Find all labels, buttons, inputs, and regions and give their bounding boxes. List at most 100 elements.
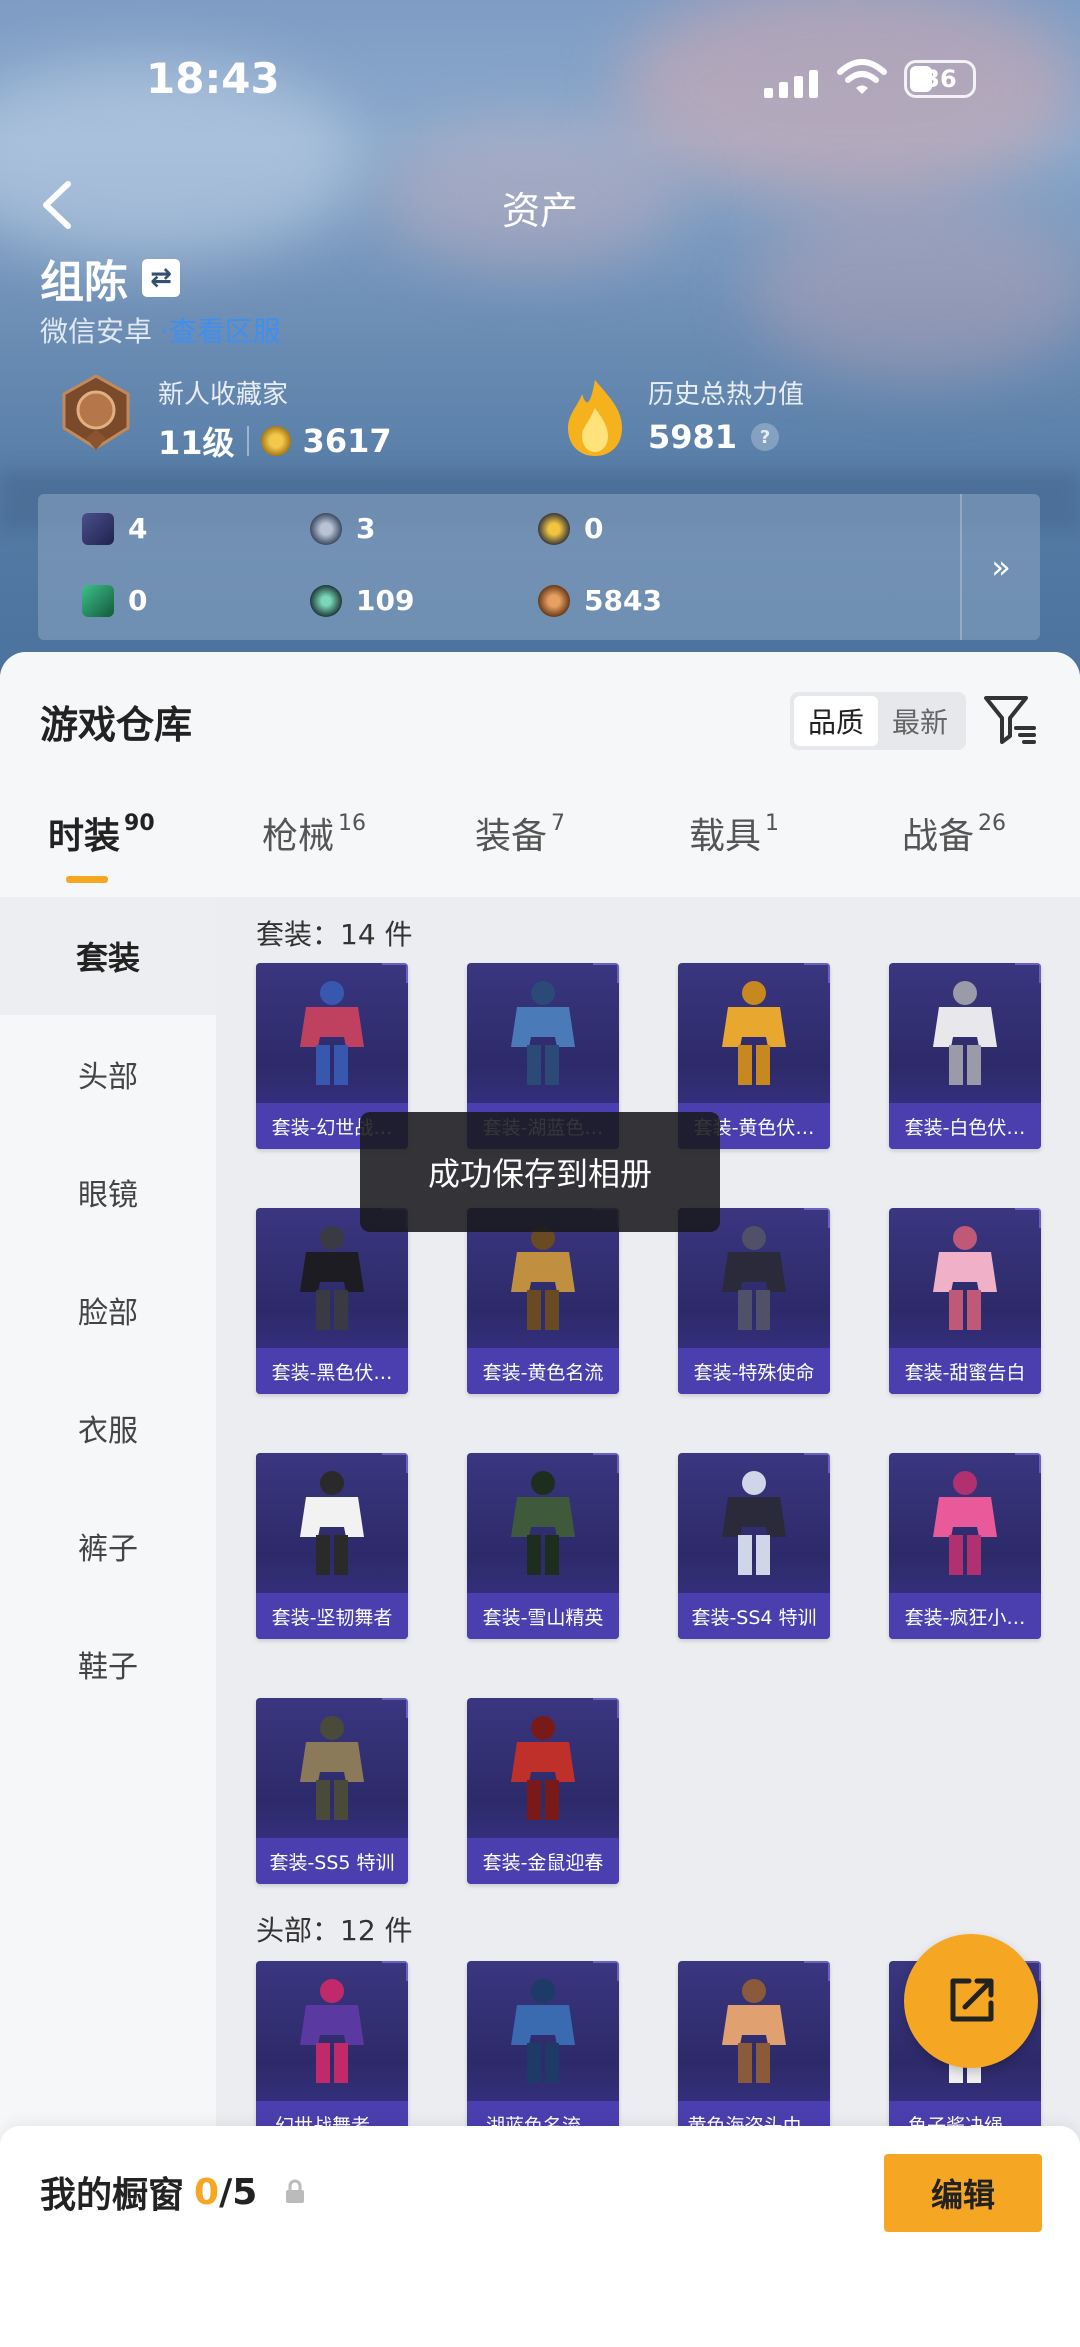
item-label: 套装-白色伏… [889, 1103, 1041, 1149]
edit-button[interactable]: 编辑 [884, 2154, 1042, 2232]
sidebar-item-pants[interactable]: 裤子 [0, 1487, 216, 1605]
item-label: 套装-黑色伏… [256, 1348, 408, 1394]
item-card[interactable]: 套装-坚韧舞者 [256, 1453, 408, 1639]
divider [246, 426, 249, 456]
showcase-total: /5 [219, 2171, 258, 2213]
stat-value: 3 [356, 512, 376, 545]
sidebar-item-face[interactable]: 脸部 [0, 1251, 216, 1369]
item-image [933, 1226, 997, 1330]
item-label: 套装-特殊使命 [678, 1348, 830, 1394]
item-image [300, 1979, 364, 2083]
item-label: 套装-SS4 特训 [678, 1593, 830, 1639]
points-value: 3617 [302, 422, 392, 460]
item-image [300, 981, 364, 1085]
stat-value: 109 [356, 584, 415, 617]
sort-toggle: 品质 最新 [790, 692, 967, 750]
stat-value: 0 [584, 512, 604, 545]
warehouse-title: 游戏仓库 [40, 703, 193, 747]
save-success-toast: 成功保存到相册 [360, 1112, 720, 1232]
status-bar: 18:43 36 [0, 40, 1080, 120]
level-row: 11级 3617 [158, 418, 392, 464]
switch-account-icon[interactable]: ⇄ [142, 259, 180, 297]
share-icon [950, 1978, 994, 2022]
item-card[interactable]: 套装-黄色名流 [467, 1208, 619, 1394]
tab-vehicles[interactable]: 载具 1 [689, 807, 779, 859]
warehouse-header: 游戏仓库 品质 最新 时装 90 枪械 16 装备 7 载具 1 战备 26 [0, 652, 1080, 897]
heat-value: 5981 [648, 418, 738, 456]
stat-item: 3 [310, 512, 375, 545]
help-icon[interactable]: ? [751, 423, 780, 451]
item-label: 套装-坚韧舞者 [256, 1593, 408, 1639]
section-label-suits: 套装：14 件 [256, 918, 413, 951]
tab-count: 16 [338, 811, 367, 836]
platform-label: 微信安卓 [40, 315, 153, 348]
item-label: 套装-金鼠迎春 [467, 1838, 619, 1884]
item-label: 套装-黄色名流 [467, 1348, 619, 1394]
stats-more-icon[interactable]: » [960, 494, 1040, 640]
item-card[interactable]: 套装-雪山精英 [467, 1453, 619, 1639]
item-image [511, 1979, 575, 2083]
item-card[interactable]: 套装-金鼠迎春 [467, 1698, 619, 1884]
stat-item: 5843 [538, 584, 662, 617]
tab-count: 7 [551, 811, 566, 836]
sidebar-item-head[interactable]: 头部 [0, 1015, 216, 1133]
item-card[interactable]: 套装-特殊使命 [678, 1208, 830, 1394]
subcategory-sidebar: 套装 头部 眼镜 脸部 衣服 裤子 鞋子 [0, 897, 216, 2197]
stat-value: 4 [128, 512, 148, 545]
tab-equipment[interactable]: 装备 7 [475, 807, 565, 859]
sidebar-item-shoes[interactable]: 鞋子 [0, 1605, 216, 1723]
battery-icon: 36 [904, 60, 976, 98]
sidebar-item-suits[interactable]: 套装 [0, 897, 216, 1015]
tab-count: 90 [124, 811, 155, 836]
sort-latest-button[interactable]: 最新 [878, 696, 962, 746]
item-image [722, 981, 786, 1085]
filter-icon[interactable] [982, 692, 1038, 748]
tab-label: 载具 [689, 816, 762, 857]
stat-item: 0 [538, 512, 603, 545]
points-coin-icon [260, 426, 291, 456]
stat-value: 5843 [584, 584, 662, 617]
category-tabs: 时装 90 枪械 16 装备 7 载具 1 战备 26 [0, 807, 1080, 897]
showcase-current: 0 [194, 2171, 220, 2213]
stat-item: 109 [310, 584, 414, 617]
item-card[interactable]: 套装-黑色伏… [256, 1208, 408, 1394]
rank-title: 新人收藏家 [158, 380, 289, 410]
stat-item: 4 [82, 512, 147, 545]
item-image [511, 1471, 575, 1575]
nav-bar: 资产 [0, 170, 1080, 240]
player-name: 组陈 [40, 257, 128, 308]
showcase-label: 我的橱窗 [40, 2175, 185, 2216]
active-tab-indicator [66, 876, 108, 883]
tab-fashion[interactable]: 时装 90 [48, 807, 155, 859]
item-card[interactable]: 黄色海盗头巾… [678, 1961, 830, 2147]
tab-battle-prep[interactable]: 战备 26 [902, 807, 1006, 859]
item-card[interactable]: 套装-疯狂小… [889, 1453, 1041, 1639]
sort-quality-button[interactable]: 品质 [794, 696, 879, 746]
item-image [722, 1471, 786, 1575]
sidebar-item-clothes[interactable]: 衣服 [0, 1369, 216, 1487]
item-image [722, 1226, 786, 1330]
tab-count: 26 [978, 811, 1007, 836]
share-button[interactable] [904, 1934, 1038, 2068]
tab-firearms[interactable]: 枪械 16 [262, 807, 366, 859]
asset-stats-panel[interactable]: 4 3 0 0 109 5843 » [38, 494, 1040, 640]
status-time: 18:43 [146, 54, 280, 103]
server-link[interactable]: ·查看区服 [160, 315, 281, 348]
tab-label: 装备 [475, 816, 548, 857]
item-card[interactable]: 套装-SS4 特训 [678, 1453, 830, 1639]
sidebar-item-glasses[interactable]: 眼镜 [0, 1133, 216, 1251]
battery-level: 36 [923, 65, 957, 93]
item-card[interactable]: 套装-白色伏… [889, 963, 1041, 1149]
item-card[interactable]: 湖蓝色名流… [467, 1961, 619, 2147]
cellular-signal-icon [764, 62, 818, 98]
item-card[interactable]: 套装-SS5 特训 [256, 1698, 408, 1884]
my-showcase: 我的橱窗 0/5 [40, 2166, 307, 2218]
heat-row: 5981 ? [648, 418, 780, 456]
tab-count: 1 [765, 811, 780, 836]
item-image [511, 1716, 575, 1820]
item-card[interactable]: 套装-甜蜜告白 [889, 1208, 1041, 1394]
item-image [511, 1226, 575, 1330]
wifi-icon [837, 59, 887, 94]
item-card[interactable]: 幻世战舞者… [256, 1961, 408, 2147]
level-value: 11级 [158, 424, 235, 462]
